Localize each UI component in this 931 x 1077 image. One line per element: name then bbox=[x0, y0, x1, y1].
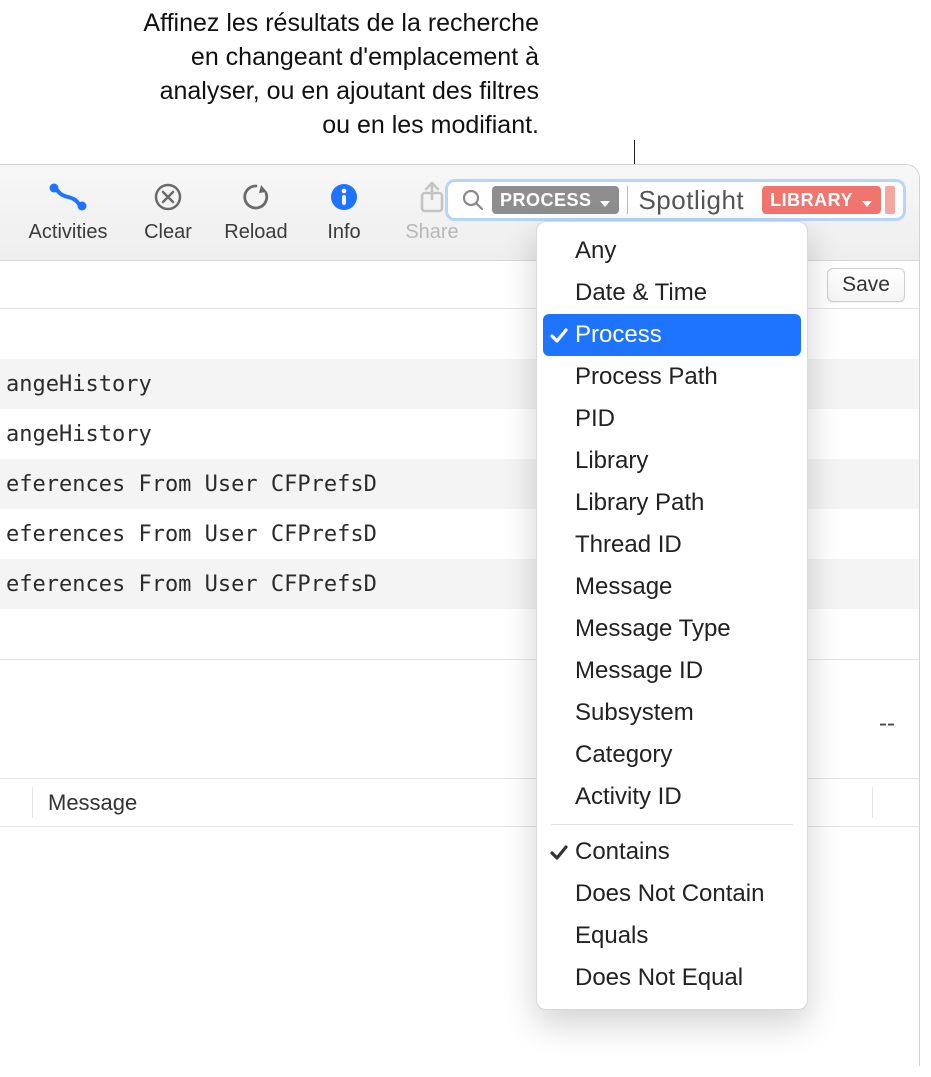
info-button[interactable]: Info bbox=[300, 179, 388, 255]
message-header-label: Message bbox=[48, 790, 137, 816]
menu-item-label: Category bbox=[575, 741, 672, 769]
filter-token-library[interactable]: LIBRARY bbox=[762, 186, 881, 214]
chevron-down-icon bbox=[861, 194, 873, 206]
menu-item-label: Does Not Equal bbox=[575, 964, 743, 992]
menu-item-label: Process Path bbox=[575, 363, 718, 391]
menu-item[interactable]: Subsystem bbox=[543, 692, 801, 734]
info-label: Info bbox=[327, 221, 360, 244]
callout-line: Affinez les résultats de la recherche bbox=[143, 9, 539, 37]
activities-button[interactable]: Activities bbox=[12, 179, 124, 255]
search-value[interactable]: Spotlight bbox=[627, 186, 754, 214]
menu-item[interactable]: Contains bbox=[543, 831, 801, 873]
save-button[interactable]: Save bbox=[827, 268, 905, 302]
menu-item-label: Thread ID bbox=[575, 531, 682, 559]
log-text: angeHistory bbox=[6, 372, 152, 397]
search-icon bbox=[462, 189, 484, 211]
console-window: Activities Clear Reload bbox=[0, 164, 920, 1066]
menu-item[interactable]: Category bbox=[543, 734, 801, 776]
log-text: eferences From User CFPrefsD bbox=[6, 472, 377, 497]
share-icon bbox=[417, 179, 447, 215]
filter-dropdown-menu: Any Date & Time Process Process Path PID Libr… bbox=[536, 221, 808, 1010]
menu-item-label: Equals bbox=[575, 922, 648, 950]
menu-item[interactable]: Activity ID bbox=[543, 776, 801, 818]
activities-icon bbox=[48, 179, 88, 215]
menu-item-label: Subsystem bbox=[575, 699, 694, 727]
reload-label: Reload bbox=[224, 221, 287, 244]
menu-item[interactable]: PID bbox=[543, 398, 801, 440]
search-field[interactable]: PROCESS Spotlight LIBRARY bbox=[445, 179, 906, 221]
menu-item-label: Message Type bbox=[575, 615, 731, 643]
search-value-text: Spotlight bbox=[638, 185, 744, 216]
clear-icon bbox=[153, 179, 183, 215]
filter-token-library-edge bbox=[885, 186, 895, 214]
menu-separator bbox=[551, 824, 793, 825]
menu-item[interactable]: Date & Time bbox=[543, 272, 801, 314]
menu-item[interactable]: Message ID bbox=[543, 650, 801, 692]
activities-label: Activities bbox=[29, 221, 108, 244]
log-text: eferences From User CFPrefsD bbox=[6, 572, 377, 597]
log-text: eferences From User CFPrefsD bbox=[6, 522, 377, 547]
clear-label: Clear bbox=[144, 221, 192, 244]
chevron-down-icon bbox=[599, 194, 611, 206]
callout-line: ou en les modifiant. bbox=[322, 111, 539, 139]
menu-item-label: Any bbox=[575, 237, 616, 265]
menu-item[interactable]: Thread ID bbox=[543, 524, 801, 566]
clear-button[interactable]: Clear bbox=[124, 179, 212, 255]
filter-token-library-label: LIBRARY bbox=[770, 190, 853, 211]
help-callout: Affinez les résultats de la recherche en… bbox=[0, 0, 931, 142]
reload-icon bbox=[241, 179, 271, 215]
info-icon bbox=[329, 179, 359, 215]
callout-line: analyser, ou en ajoutant des filtres bbox=[160, 77, 539, 105]
filter-token-process[interactable]: PROCESS bbox=[492, 186, 620, 214]
save-button-label: Save bbox=[842, 273, 890, 296]
menu-item-label: Contains bbox=[575, 838, 670, 866]
menu-item-label: Process bbox=[575, 321, 662, 349]
detail-placeholder: -- bbox=[879, 710, 895, 738]
menu-item[interactable]: Library bbox=[543, 440, 801, 482]
menu-item[interactable]: Process Path bbox=[543, 356, 801, 398]
menu-item[interactable]: Message bbox=[543, 566, 801, 608]
menu-item[interactable]: Equals bbox=[543, 915, 801, 957]
menu-item[interactable]: Message Type bbox=[543, 608, 801, 650]
filter-token-process-label: PROCESS bbox=[500, 190, 592, 211]
menu-item-label: Message bbox=[575, 573, 672, 601]
log-text: angeHistory bbox=[6, 422, 152, 447]
menu-item[interactable]: Any bbox=[543, 230, 801, 272]
menu-item[interactable]: Library Path bbox=[543, 482, 801, 524]
check-icon bbox=[549, 325, 569, 345]
menu-item-label: Message ID bbox=[575, 657, 703, 685]
menu-item-label: PID bbox=[575, 405, 615, 433]
callout-line: en changeant d'emplacement à bbox=[191, 43, 539, 71]
menu-item-label: Library bbox=[575, 447, 648, 475]
menu-item[interactable]: Process bbox=[543, 314, 801, 356]
menu-item[interactable]: Does Not Equal bbox=[543, 957, 801, 999]
check-icon bbox=[549, 842, 569, 862]
menu-item-label: Activity ID bbox=[575, 783, 682, 811]
menu-item-label: Does Not Contain bbox=[575, 880, 764, 908]
share-label: Share bbox=[405, 221, 458, 244]
menu-item[interactable]: Does Not Contain bbox=[543, 873, 801, 915]
reload-button[interactable]: Reload bbox=[212, 179, 300, 255]
menu-item-label: Date & Time bbox=[575, 279, 707, 307]
menu-item-label: Library Path bbox=[575, 489, 704, 517]
